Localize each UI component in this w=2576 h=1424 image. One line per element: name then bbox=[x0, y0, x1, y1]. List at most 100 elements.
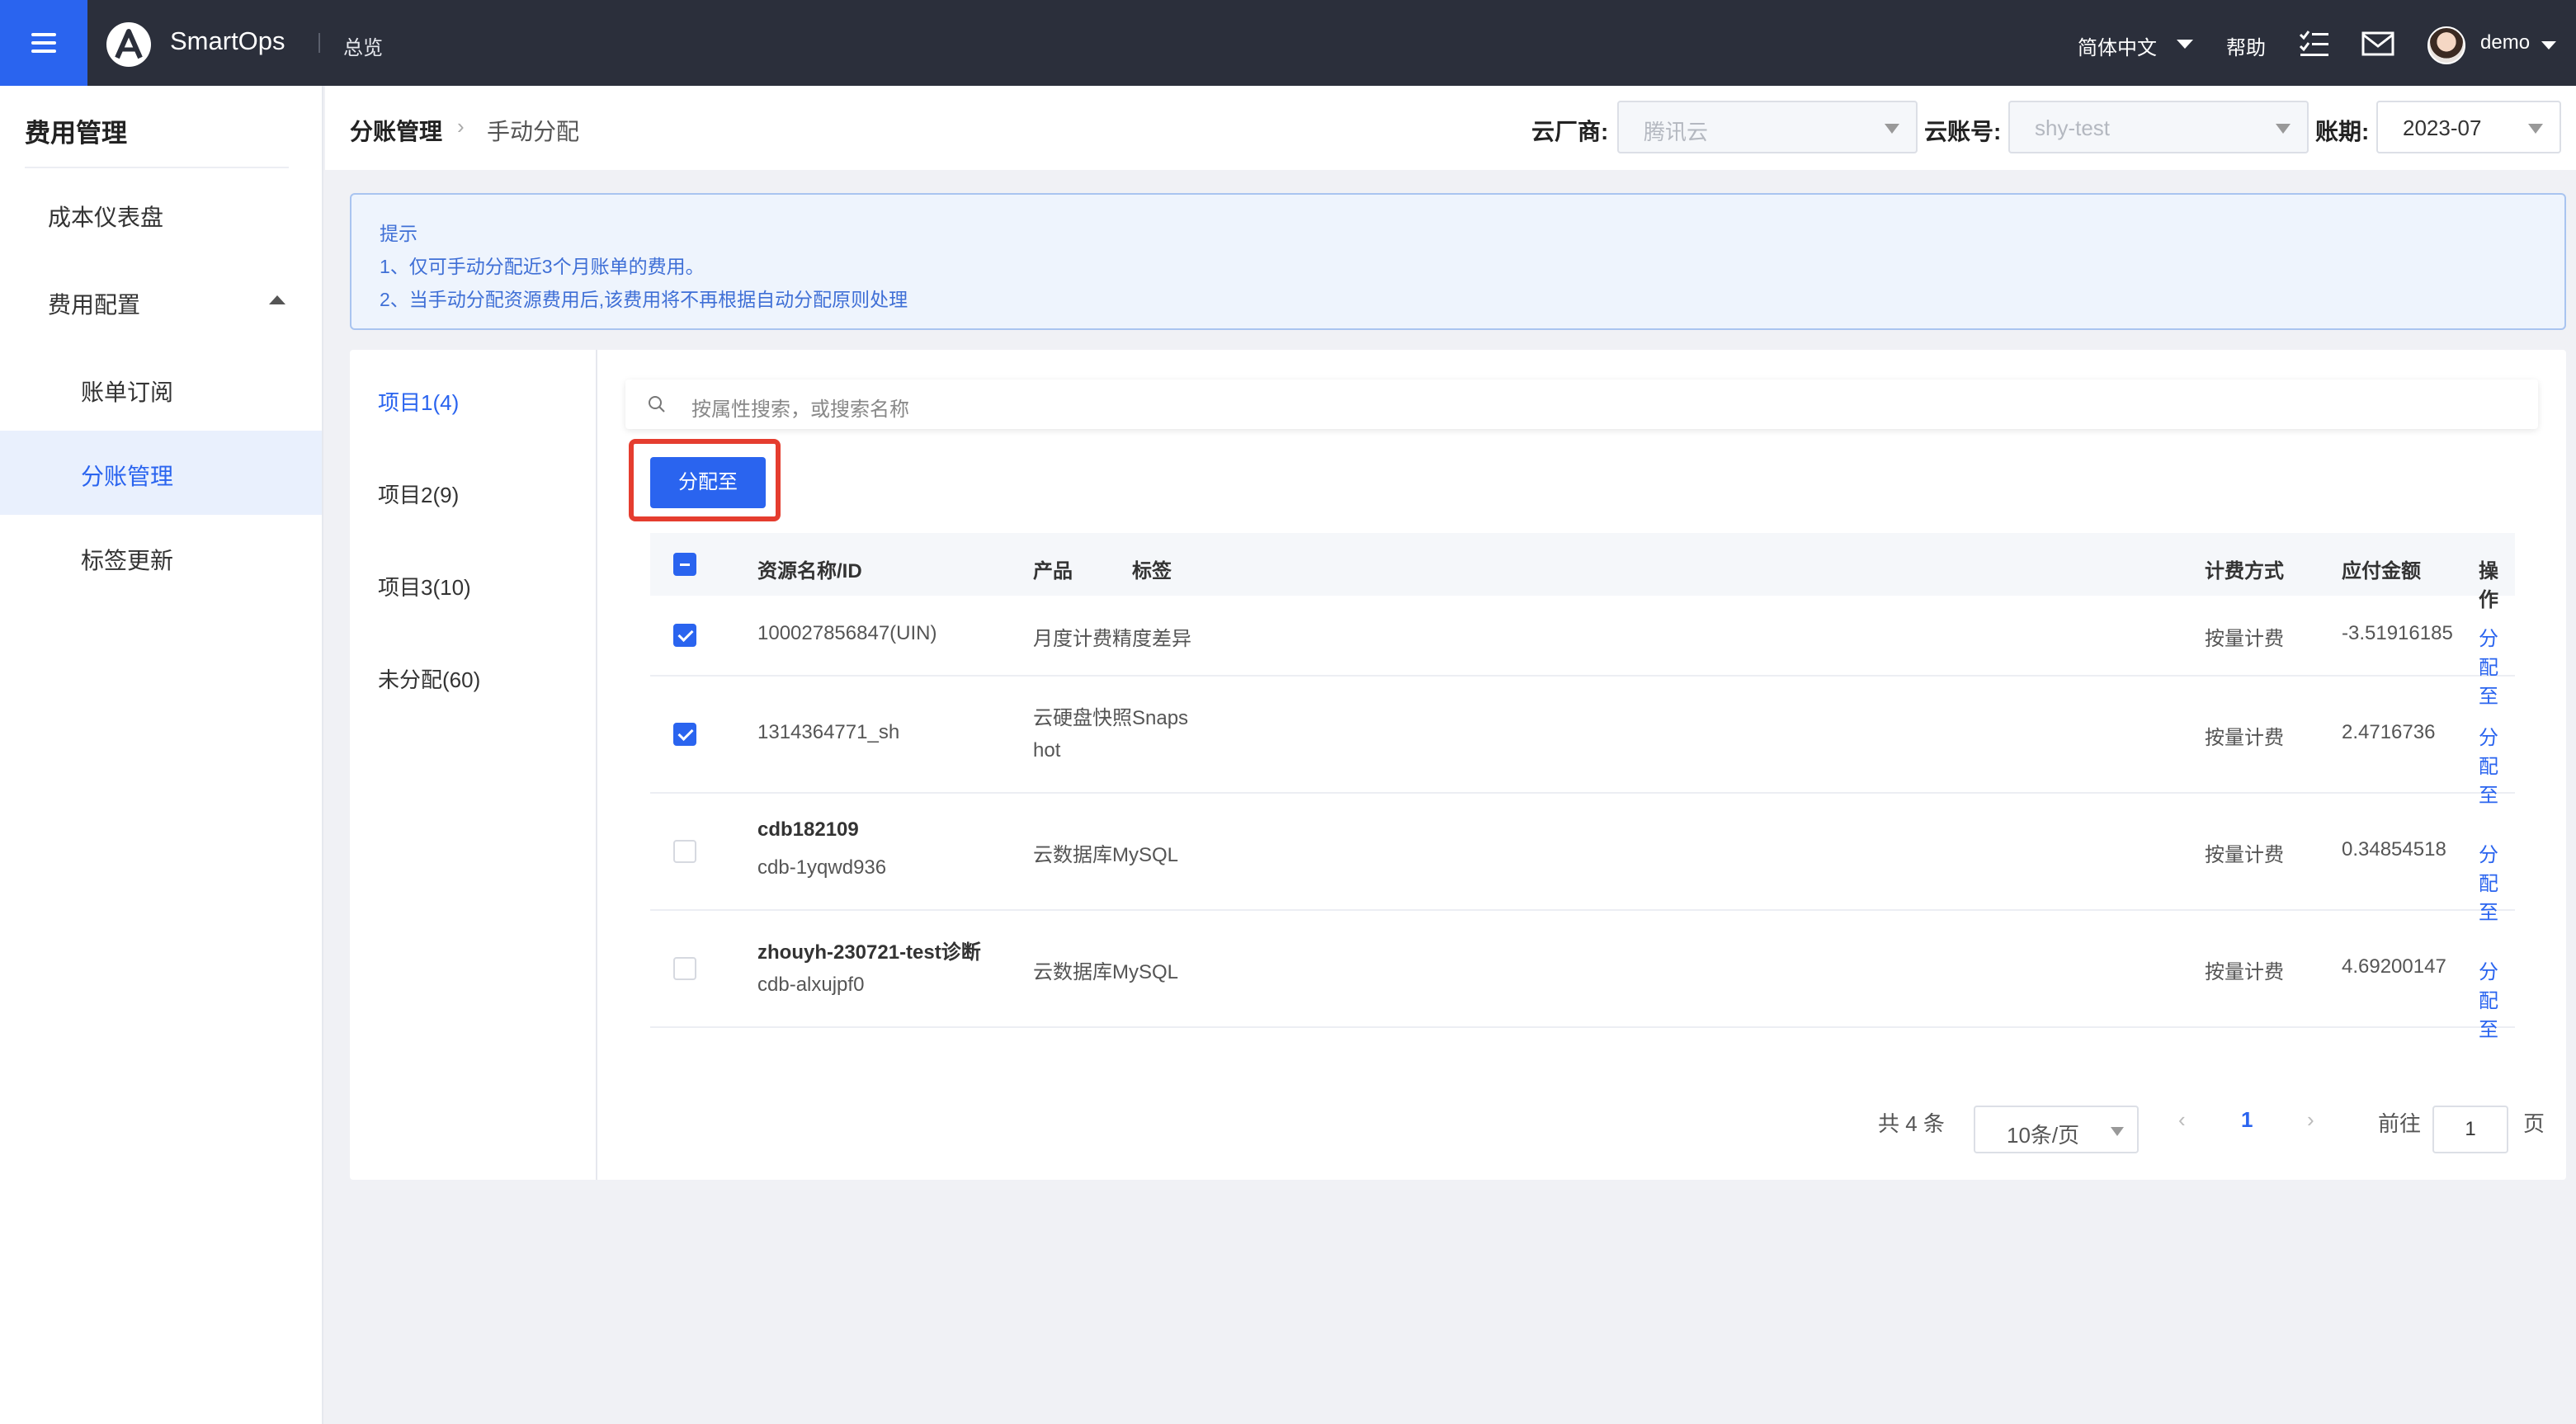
caret-down-icon bbox=[1885, 124, 1899, 134]
sidebar-item-label: 成本仪表盘 bbox=[48, 205, 164, 230]
search-placeholder: 按属性搜索，或搜索名称 bbox=[691, 398, 909, 421]
project-item-3[interactable]: 项目3(10) bbox=[378, 571, 471, 601]
row-checkbox[interactable] bbox=[673, 840, 696, 863]
top-bar: SmartOps 总览 简体中文 帮助 demo bbox=[0, 0, 2576, 86]
language-selector[interactable]: 简体中文 bbox=[2078, 31, 2157, 60]
caret-down-icon bbox=[2177, 40, 2193, 49]
assign-to-button[interactable]: 分配至 bbox=[650, 457, 766, 508]
header-tag: 标签 bbox=[1132, 560, 1172, 582]
page-number-current[interactable]: 1 bbox=[2241, 1107, 2253, 1133]
caret-up-icon bbox=[269, 295, 285, 304]
billing-method: 按量计费 bbox=[2205, 628, 2284, 650]
billing-method: 按量计费 bbox=[2205, 961, 2284, 983]
sidebar-item-cost-dashboard[interactable]: 成本仪表盘 bbox=[0, 172, 322, 256]
project-list: 项目1(4) 项目2(9) 项目3(10) 未分配(60) bbox=[350, 350, 597, 1180]
header-product: 产品 bbox=[1033, 560, 1073, 582]
mail-icon[interactable] bbox=[2361, 31, 2394, 56]
amount: 2.4716736 bbox=[2342, 721, 2436, 743]
breadcrumb-separator-icon: › bbox=[457, 114, 465, 139]
username[interactable]: demo bbox=[2480, 31, 2530, 54]
search-icon bbox=[649, 396, 665, 413]
row-assign-link[interactable]: 分配至 bbox=[2479, 955, 2515, 1042]
amount: -3.51916185 bbox=[2342, 622, 2453, 644]
help-link[interactable]: 帮助 bbox=[2226, 31, 2266, 60]
sidebar-item-tag-update[interactable]: 标签更新 bbox=[0, 515, 322, 599]
sidebar-item-label: 账单订阅 bbox=[81, 380, 174, 405]
app-title: SmartOps bbox=[170, 26, 285, 55]
topbar-divider bbox=[318, 33, 320, 53]
resource-id: cdb-alxujpf0 bbox=[757, 974, 865, 996]
main-header: 分账管理 › 手动分配 云厂商: 腾讯云 云账号: shy-test 账期: 2… bbox=[325, 86, 2576, 170]
tip-line-1: 1、仅可手动分配近3个月账单的费用。 bbox=[380, 256, 705, 277]
project-item-unassigned[interactable]: 未分配(60) bbox=[378, 663, 480, 694]
resource-name: zhouyh-230721-test诊断 bbox=[757, 941, 981, 964]
row-checkbox[interactable] bbox=[673, 624, 696, 647]
resource-id: cdb-1yqwd936 bbox=[757, 856, 887, 879]
header-amount: 应付金额 bbox=[2342, 560, 2421, 582]
page-unit-label: 页 bbox=[2523, 1111, 2545, 1136]
cloud-vendor-label: 云厂商: bbox=[1531, 119, 1609, 144]
caret-down-icon bbox=[2541, 41, 2556, 50]
header-billing: 计费方式 bbox=[2205, 560, 2284, 582]
billing-method: 按量计费 bbox=[2205, 727, 2284, 749]
product: 云数据库MySQL bbox=[1033, 844, 1179, 866]
table-row: zhouyh-230721-test诊断 cdb-alxujpf0 云数据库My… bbox=[650, 911, 2515, 1041]
row-checkbox[interactable] bbox=[673, 723, 696, 746]
sidebar-item-cost-config[interactable]: 费用配置 bbox=[0, 259, 322, 343]
table-row: cdb182109 cdb-1yqwd936 云数据库MySQL 按量计费 0.… bbox=[650, 794, 2515, 924]
period-label: 账期: bbox=[2315, 119, 2370, 144]
sidebar: 费用管理 成本仪表盘 费用配置 账单订阅 分账管理 标签更新 bbox=[0, 86, 323, 1424]
search-input[interactable]: 按属性搜索，或搜索名称 bbox=[625, 380, 2538, 429]
amount: 4.69200147 bbox=[2342, 955, 2446, 978]
menu-button[interactable] bbox=[0, 0, 87, 86]
caret-down-icon bbox=[2111, 1127, 2124, 1136]
sidebar-item-split-management[interactable]: 分账管理 bbox=[0, 431, 322, 515]
next-page-icon[interactable]: › bbox=[2307, 1107, 2314, 1133]
caret-down-icon bbox=[2276, 124, 2291, 134]
breadcrumb-split-management[interactable]: 分账管理 bbox=[350, 114, 442, 147]
amount: 0.34854518 bbox=[2342, 838, 2446, 861]
product: 云数据库MySQL bbox=[1033, 961, 1179, 983]
nav-overview-link[interactable]: 总览 bbox=[343, 31, 383, 60]
sidebar-item-label: 分账管理 bbox=[81, 464, 174, 489]
page-size-select[interactable]: 10条/页 bbox=[1974, 1106, 2139, 1153]
project-item-1[interactable]: 项目1(4) bbox=[378, 386, 459, 417]
sidebar-item-label: 费用配置 bbox=[48, 292, 141, 318]
goto-page-input[interactable]: 1 bbox=[2432, 1106, 2508, 1153]
user-avatar[interactable] bbox=[2427, 26, 2465, 64]
sidebar-title: 费用管理 bbox=[25, 119, 127, 148]
resource-id: 1314364771_sh bbox=[757, 721, 900, 743]
project-item-2[interactable]: 项目2(9) bbox=[378, 479, 459, 509]
goto-label: 前往 bbox=[2378, 1111, 2422, 1136]
page-size-value: 10条/页 bbox=[2007, 1123, 2080, 1148]
smartops-logo-icon bbox=[106, 22, 151, 67]
table-header: 资源名称/ID 产品 标签 计费方式 应付金额 操作 bbox=[650, 533, 2515, 611]
sidebar-item-bill-subscription[interactable]: 账单订阅 bbox=[0, 347, 322, 431]
cloud-account-value: shy-test bbox=[2035, 116, 2111, 140]
table-row: 100027856847(UIN) 月度计费精度差异 按量计费 -3.51916… bbox=[650, 596, 2515, 708]
billing-method: 按量计费 bbox=[2205, 844, 2284, 866]
row-checkbox[interactable] bbox=[673, 957, 696, 980]
content-panel: 项目1(4) 项目2(9) 项目3(10) 未分配(60) 按属性搜索，或搜索名… bbox=[350, 350, 2566, 1180]
breadcrumb-manual-assign: 手动分配 bbox=[487, 119, 580, 144]
header-name: 资源名称/ID bbox=[757, 560, 862, 582]
cloud-account-select[interactable]: shy-test bbox=[2008, 101, 2309, 153]
caret-down-icon bbox=[2528, 124, 2543, 134]
prev-page-icon[interactable]: ‹ bbox=[2178, 1107, 2186, 1133]
pagination-total: 共 4 条 bbox=[1878, 1111, 1945, 1136]
resource-id: 100027856847(UIN) bbox=[757, 622, 937, 644]
hamburger-icon bbox=[31, 33, 56, 53]
sidebar-divider bbox=[25, 167, 289, 168]
period-value: 2023-07 bbox=[2403, 116, 2482, 140]
product: 云硬盘快照Snaps bbox=[1033, 707, 1189, 729]
resource-name: cdb182109 bbox=[757, 818, 859, 841]
period-select[interactable]: 2023-07 bbox=[2376, 101, 2561, 153]
sidebar-item-label: 标签更新 bbox=[81, 548, 174, 573]
task-list-icon[interactable] bbox=[2299, 30, 2330, 58]
cloud-vendor-select[interactable]: 腾讯云 bbox=[1617, 101, 1918, 153]
select-all-checkbox[interactable] bbox=[673, 553, 696, 576]
cloud-account-label: 云账号: bbox=[1924, 119, 2002, 144]
tip-title: 提示 bbox=[380, 223, 418, 244]
product: 月度计费精度差异 bbox=[1033, 628, 1191, 650]
tip-box: 提示 1、仅可手动分配近3个月账单的费用。 2、当手动分配资源费用后,该费用将不… bbox=[350, 193, 2566, 330]
